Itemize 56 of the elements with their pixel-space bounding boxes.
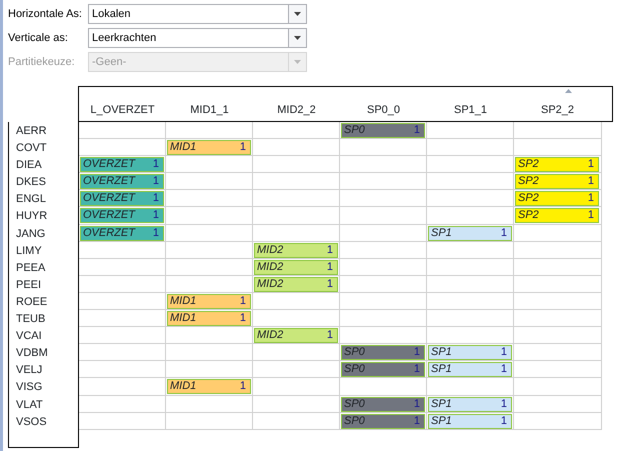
allocation-tag[interactable]: SP1 1 xyxy=(428,345,512,360)
allocation-tag[interactable]: SP2 1 xyxy=(515,191,599,206)
allocation-tag[interactable]: OVERZET 1 xyxy=(80,157,164,172)
row-header[interactable]: VCAI xyxy=(16,328,78,346)
row-header[interactable]: JANG xyxy=(16,226,78,243)
row-header[interactable]: TEUB xyxy=(16,311,78,328)
allocation-tag[interactable]: MID2 1 xyxy=(254,328,338,344)
row-header[interactable]: AERR xyxy=(16,123,78,140)
allocation-tag[interactable]: MID2 1 xyxy=(254,260,338,275)
allocation-tag[interactable]: MID1 1 xyxy=(167,294,251,309)
column-header[interactable]: SP0_0 xyxy=(340,102,427,118)
row-header[interactable]: DIEA xyxy=(16,157,78,174)
column-header[interactable]: SP2_2 xyxy=(514,102,601,118)
column-header[interactable]: L_OVERZET xyxy=(79,102,166,118)
dropdown-button[interactable] xyxy=(288,28,307,48)
row-header[interactable]: PEEI xyxy=(16,276,78,294)
allocation-tag[interactable]: MID1 1 xyxy=(167,311,251,326)
row-header[interactable]: VISG xyxy=(16,379,78,396)
row-header[interactable]: HUYR xyxy=(16,208,78,226)
field-label: Partitiekeuze: xyxy=(8,54,76,70)
allocation-tag[interactable]: SP2 1 xyxy=(515,157,599,172)
allocation-tag[interactable]: SP1 1 xyxy=(428,226,512,241)
allocation-tag[interactable]: SP1 1 xyxy=(428,396,512,412)
allocation-tag[interactable]: OVERZET 1 xyxy=(80,226,164,241)
allocation-tag[interactable]: MID1 1 xyxy=(167,379,251,394)
row-header[interactable]: DKES xyxy=(16,174,78,192)
allocation-tag[interactable]: SP2 1 xyxy=(515,174,599,190)
allocation-tag[interactable]: SP1 1 xyxy=(428,362,512,378)
allocation-tag[interactable]: SP2 1 xyxy=(515,208,599,224)
column-header[interactable]: SP1_1 xyxy=(427,102,514,118)
row-header[interactable]: COVT xyxy=(16,140,78,158)
caret-icon xyxy=(294,60,301,64)
row-header[interactable]: LIMY xyxy=(16,242,78,260)
row-header[interactable]: ENGL xyxy=(16,191,78,208)
dropdown-field[interactable]: Leerkrachten xyxy=(88,28,288,48)
field-label: Horizontale As: xyxy=(8,6,83,22)
dropdown-button[interactable] xyxy=(288,4,307,24)
dropdown-field[interactable]: Lokalen xyxy=(88,4,288,24)
allocation-tag[interactable]: MID1 1 xyxy=(167,140,251,156)
row-header[interactable]: PEEA xyxy=(16,260,78,277)
allocation-tag[interactable]: OVERZET 1 xyxy=(80,208,164,224)
allocation-tag[interactable]: OVERZET 1 xyxy=(80,174,164,190)
row-header[interactable]: VDBM xyxy=(16,345,78,362)
row-header[interactable]: VLAT xyxy=(16,396,78,414)
field-label: Verticale as: xyxy=(8,30,69,46)
allocation-tag[interactable]: MID2 1 xyxy=(254,276,338,292)
caret-icon xyxy=(294,12,301,16)
allocation-tag[interactable]: SP1 1 xyxy=(428,414,512,429)
allocation-tag[interactable]: OVERZET 1 xyxy=(80,191,164,206)
caret-icon xyxy=(294,36,301,40)
column-header[interactable]: MID2_2 xyxy=(253,102,340,118)
allocation-tag[interactable]: MID2 1 xyxy=(254,242,338,258)
column-header[interactable]: MID1_1 xyxy=(166,102,253,118)
row-header[interactable]: ROEE xyxy=(16,294,78,312)
row-header[interactable]: VELJ xyxy=(16,362,78,380)
row-header[interactable]: VSOS xyxy=(16,414,78,431)
